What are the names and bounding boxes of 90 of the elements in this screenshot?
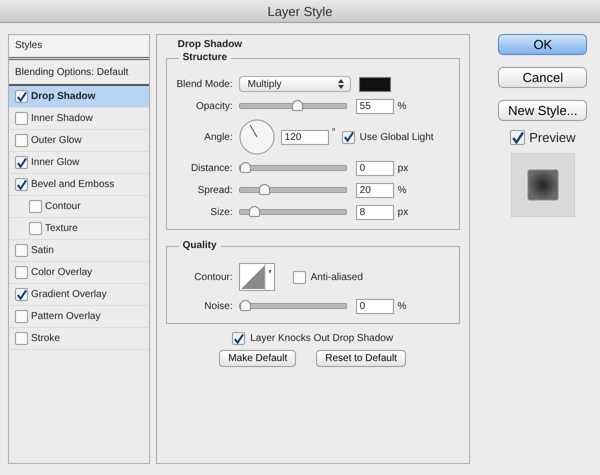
unit-label: px [398,206,408,218]
value-field[interactable]: 0 [356,298,394,314]
field-label: Blend Mode: [175,78,233,90]
checkbox[interactable] [15,244,28,257]
blend-mode-dropdown[interactable]: Multiply [238,76,351,92]
styles-header: Styles [9,35,149,60]
style-item[interactable]: Outer Glow [9,130,149,152]
slider-thumb[interactable] [240,162,251,173]
angle-dial[interactable] [238,119,275,155]
style-item[interactable]: Inner Shadow [9,108,149,130]
checkbox-label: Layer Knocks Out Drop Shadow [250,333,394,344]
field-label: Distance: [190,162,233,174]
checkbox[interactable] [342,130,355,144]
unit-label: % [398,184,407,196]
dialog-button[interactable]: New Style... [498,100,588,121]
style-item[interactable]: Gradient Overlay [9,284,149,306]
slider-track[interactable] [238,209,347,215]
checkbox[interactable] [510,130,526,145]
window-title: Layer Style [267,4,333,18]
checkbox[interactable] [29,200,42,213]
value-field[interactable]: 55 [356,98,394,114]
style-label: Texture [45,223,78,234]
checkbox[interactable] [15,178,28,191]
unit-label: ° [332,127,336,138]
style-item[interactable]: Texture [9,218,149,240]
slider-thumb[interactable] [258,184,270,195]
default-button[interactable]: Reset to Default [316,350,406,367]
style-item[interactable]: Satin [9,240,149,262]
color-swatch[interactable] [358,76,391,92]
ok-button[interactable]: OK [498,34,588,55]
style-label: Stroke [31,333,60,344]
slider-track[interactable] [238,187,347,193]
style-item[interactable]: Inner Glow [9,152,149,174]
field-label: Noise: [203,300,233,312]
style-label: Gradient Overlay [31,289,107,300]
checkbox[interactable] [232,332,246,345]
checkbox-label: Use Global Light [360,132,434,142]
checkbox[interactable] [15,332,28,345]
style-item[interactable]: Bevel and Emboss [9,174,149,196]
style-preview-thumbnail [510,153,575,217]
value-field[interactable]: 8 [356,204,394,220]
value-field[interactable]: 20 [356,182,394,198]
slider-thumb[interactable] [240,300,251,311]
style-label: Contour [45,201,81,212]
checkbox[interactable] [15,266,28,279]
style-label: Pattern Overlay [31,311,100,322]
slider-track[interactable] [238,103,347,109]
group-title: Structure [178,52,232,63]
checkbox[interactable] [15,310,28,323]
checkbox[interactable] [15,288,28,301]
checkbox-label: Preview [529,130,576,145]
style-item[interactable]: Stroke [9,328,149,350]
style-label: Color Overlay [31,267,92,278]
checkbox-label: Anti-aliased [310,272,363,282]
field-label: Contour: [193,272,233,282]
unit-label: px [398,162,408,174]
style-label: Inner Shadow [31,113,93,124]
contour-picker[interactable] [238,263,275,291]
unit-label: % [398,100,407,112]
style-label: Bevel and Emboss [31,179,114,190]
stepper-icon [338,79,344,89]
checkbox[interactable] [15,134,28,147]
field-label: Opacity: [194,100,233,112]
style-item[interactable]: Drop Shadow [9,86,149,108]
dialog-button[interactable]: Cancel [498,67,588,88]
value-field[interactable]: 0 [356,160,394,176]
slider-thumb[interactable] [249,206,260,217]
unit-label: % [398,300,407,312]
style-item[interactable]: Contour [9,196,149,218]
field-label: Size: [209,206,233,218]
field-label: Spread: [196,184,233,196]
angle-field[interactable]: 120 [280,130,329,144]
checkbox[interactable] [15,90,28,103]
style-item[interactable]: Pattern Overlay [9,306,149,328]
checkbox[interactable] [15,156,28,169]
checkbox[interactable] [292,270,306,284]
group-title: Quality [178,240,221,251]
style-label: Satin [31,245,54,256]
checkbox[interactable] [29,222,42,235]
style-item[interactable]: Color Overlay [9,262,149,284]
slider-track[interactable] [238,303,347,309]
slider-track[interactable] [238,165,347,171]
style-label: Outer Glow [31,135,82,146]
slider-thumb[interactable] [292,100,304,111]
style-label: Drop Shadow [31,91,96,102]
section-title: Drop Shadow [176,39,244,50]
checkbox[interactable] [15,112,28,125]
field-label: Angle: [203,132,233,142]
default-button[interactable]: Make Default [219,350,296,367]
style-label: Inner Glow [31,157,80,168]
